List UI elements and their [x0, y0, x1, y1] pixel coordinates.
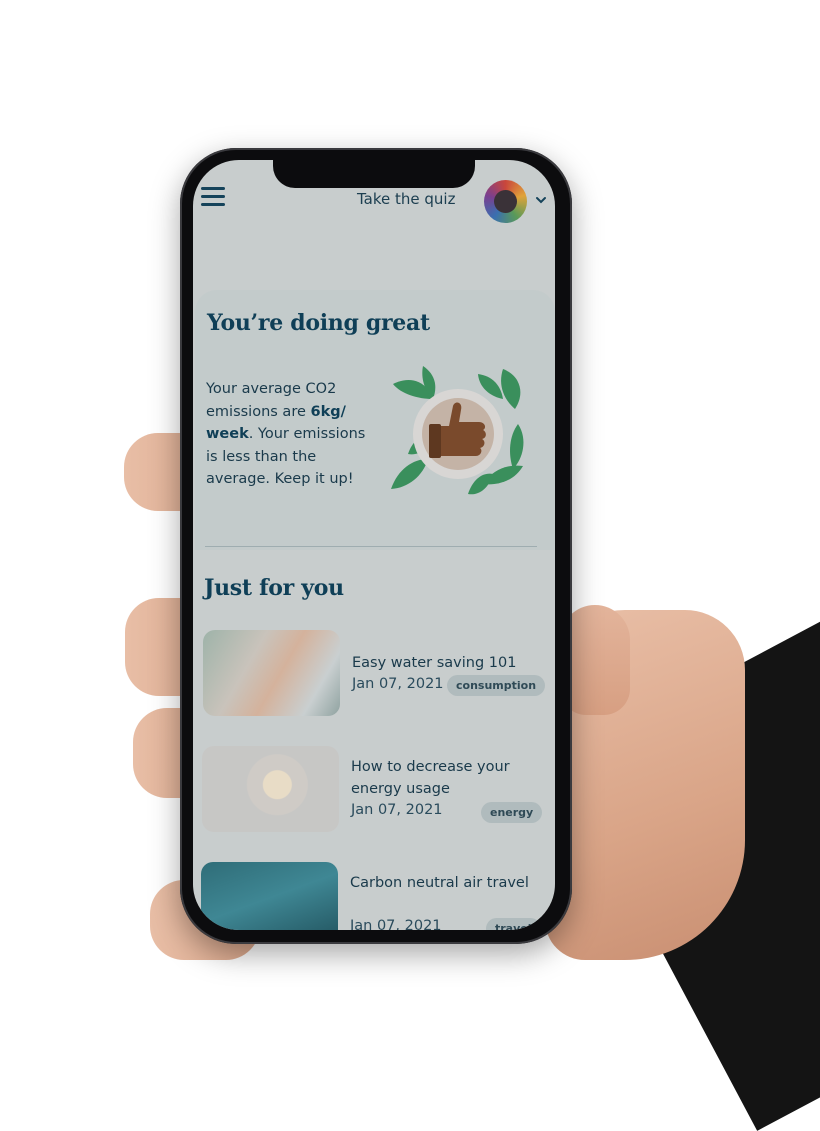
phone-screen: Take the quiz You’re doing great Your av…	[193, 160, 555, 930]
article-title: Carbon neutral air travel	[350, 875, 529, 891]
article-card[interactable]: Carbon neutral air travel Jan 07, 2021 t…	[193, 862, 555, 930]
article-thumbnail	[203, 630, 340, 716]
section-title: Just for you	[204, 575, 344, 601]
emissions-title: You’re doing great	[207, 310, 430, 336]
article-tag[interactable]: consumption	[447, 675, 546, 696]
article-thumbnail	[202, 746, 339, 832]
menu-icon[interactable]	[201, 187, 225, 207]
article-title: How to decrease your energy usage	[351, 759, 510, 797]
chevron-down-icon[interactable]	[535, 194, 547, 206]
article-tag[interactable]: energy	[481, 802, 543, 823]
divider	[205, 546, 537, 547]
article-card[interactable]: How to decrease your energy usage Jan 07…	[193, 746, 555, 836]
article-date: Jan 07, 2021	[351, 802, 443, 818]
thumbs-up-icon	[391, 366, 524, 495]
article-tag[interactable]: travel	[486, 918, 541, 930]
emissions-text: Your average CO2 emissions are 6kg/ week…	[206, 381, 366, 487]
phone-notch	[273, 160, 475, 188]
article-date: Jan 07, 2021	[352, 676, 444, 692]
article-thumbnail	[201, 862, 338, 930]
avatar[interactable]	[484, 180, 527, 223]
take-quiz-link[interactable]: Take the quiz	[357, 190, 455, 208]
article-card[interactable]: Easy water saving 101 Jan 07, 2021 consu…	[193, 630, 555, 720]
article-title: Easy water saving 101	[352, 655, 517, 671]
article-date: Jan 07, 2021	[350, 918, 442, 930]
